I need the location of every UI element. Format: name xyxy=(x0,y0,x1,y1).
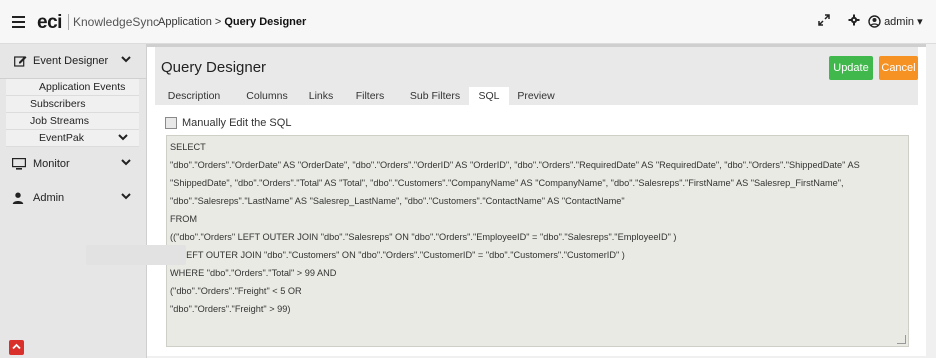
logo: eci xyxy=(37,12,62,33)
sql-line: LEFT OUTER JOIN "dbo"."Customers" ON "db… xyxy=(181,250,625,260)
chevron-down-icon: ▾ xyxy=(917,16,923,28)
drag-ghost xyxy=(86,245,186,265)
tab-sql[interactable]: SQL xyxy=(469,87,509,105)
monitor-icon xyxy=(12,158,27,173)
tab-columns[interactable]: Columns xyxy=(241,87,293,105)
sql-line: FROM xyxy=(170,214,198,224)
sidebar-item-subscribers[interactable]: Subscribers xyxy=(6,96,139,113)
sidebar-item-admin[interactable]: Admin xyxy=(0,181,146,215)
logo-product-name: KnowledgeSync xyxy=(73,15,160,29)
collapse-sidebar-button[interactable] xyxy=(9,340,24,355)
sidebar-item-label: Monitor xyxy=(33,158,70,170)
sidebar-item-eventpak[interactable]: EventPak xyxy=(6,130,139,147)
tab-preview[interactable]: Preview xyxy=(515,87,557,105)
page-title: Query Designer xyxy=(161,59,267,76)
user-menu[interactable]: admin ▾ xyxy=(868,15,923,28)
sidebar-item-event-designer[interactable]: Event Designer xyxy=(0,44,146,79)
sql-line: (("dbo"."Orders" LEFT OUTER JOIN "dbo"."… xyxy=(170,232,677,242)
sql-line: WHERE "dbo"."Orders"."Total" > 99 AND xyxy=(170,268,337,278)
page-margin xyxy=(926,44,936,358)
manual-edit-label: Manually Edit the SQL xyxy=(182,117,292,129)
main-panel: Query Designer Update Cancel Description… xyxy=(147,44,926,356)
sql-line: "dbo"."Salesreps"."LastName" AS "Salesre… xyxy=(170,196,625,206)
update-button[interactable]: Update xyxy=(829,56,873,80)
logo-divider xyxy=(68,14,69,30)
tab-sub-filters[interactable]: Sub Filters xyxy=(407,87,463,105)
gear-icon[interactable] xyxy=(848,14,860,29)
tab-description[interactable]: Description xyxy=(163,87,225,105)
resize-handle[interactable] xyxy=(897,335,906,344)
sql-line: "ShippedDate", "dbo"."Orders"."Total" AS… xyxy=(170,178,844,188)
tab-filters[interactable]: Filters xyxy=(352,87,388,105)
sidebar: Event Designer Application Events Subscr… xyxy=(0,44,147,358)
chevron-down-icon xyxy=(121,191,131,203)
sidebar-item-monitor[interactable]: Monitor xyxy=(0,147,146,181)
sql-textarea[interactable]: SELECT "dbo"."Orders"."OrderDate" AS "Or… xyxy=(166,135,909,347)
chevron-down-icon xyxy=(118,130,128,147)
hamburger-menu-icon[interactable] xyxy=(12,16,25,28)
top-bar: eci KnowledgeSync Application > Query De… xyxy=(0,0,936,44)
sidebar-item-label: Admin xyxy=(33,192,65,204)
user-icon xyxy=(868,15,881,28)
breadcrumb-application[interactable]: Application > xyxy=(158,16,221,28)
cancel-button[interactable]: Cancel xyxy=(879,56,918,80)
manual-edit-checkbox[interactable] xyxy=(165,117,177,129)
breadcrumb-current: Query Designer xyxy=(224,16,307,28)
user-name: admin xyxy=(884,16,915,28)
sidebar-item-label: EventPak xyxy=(39,132,84,144)
expand-icon[interactable] xyxy=(818,14,830,29)
sql-line: "dbo"."Orders"."Freight" > 99) xyxy=(170,304,291,314)
chevron-down-icon xyxy=(121,54,131,66)
sql-line: SELECT xyxy=(170,142,206,152)
sql-line: ("dbo"."Orders"."Freight" < 5 OR xyxy=(170,286,302,296)
sidebar-item-application-events[interactable]: Application Events xyxy=(6,79,139,96)
sql-line: "dbo"."Orders"."OrderDate" AS "OrderDate… xyxy=(170,160,860,170)
chevron-down-icon xyxy=(121,157,131,169)
user-icon xyxy=(12,192,24,207)
tab-links[interactable]: Links xyxy=(306,87,336,105)
chevron-up-icon xyxy=(12,343,21,350)
sidebar-item-job-streams[interactable]: Job Streams xyxy=(6,113,139,130)
breadcrumb: Application > Query Designer xyxy=(158,16,306,28)
edit-icon xyxy=(14,55,27,70)
sidebar-item-label: Event Designer xyxy=(33,55,109,67)
